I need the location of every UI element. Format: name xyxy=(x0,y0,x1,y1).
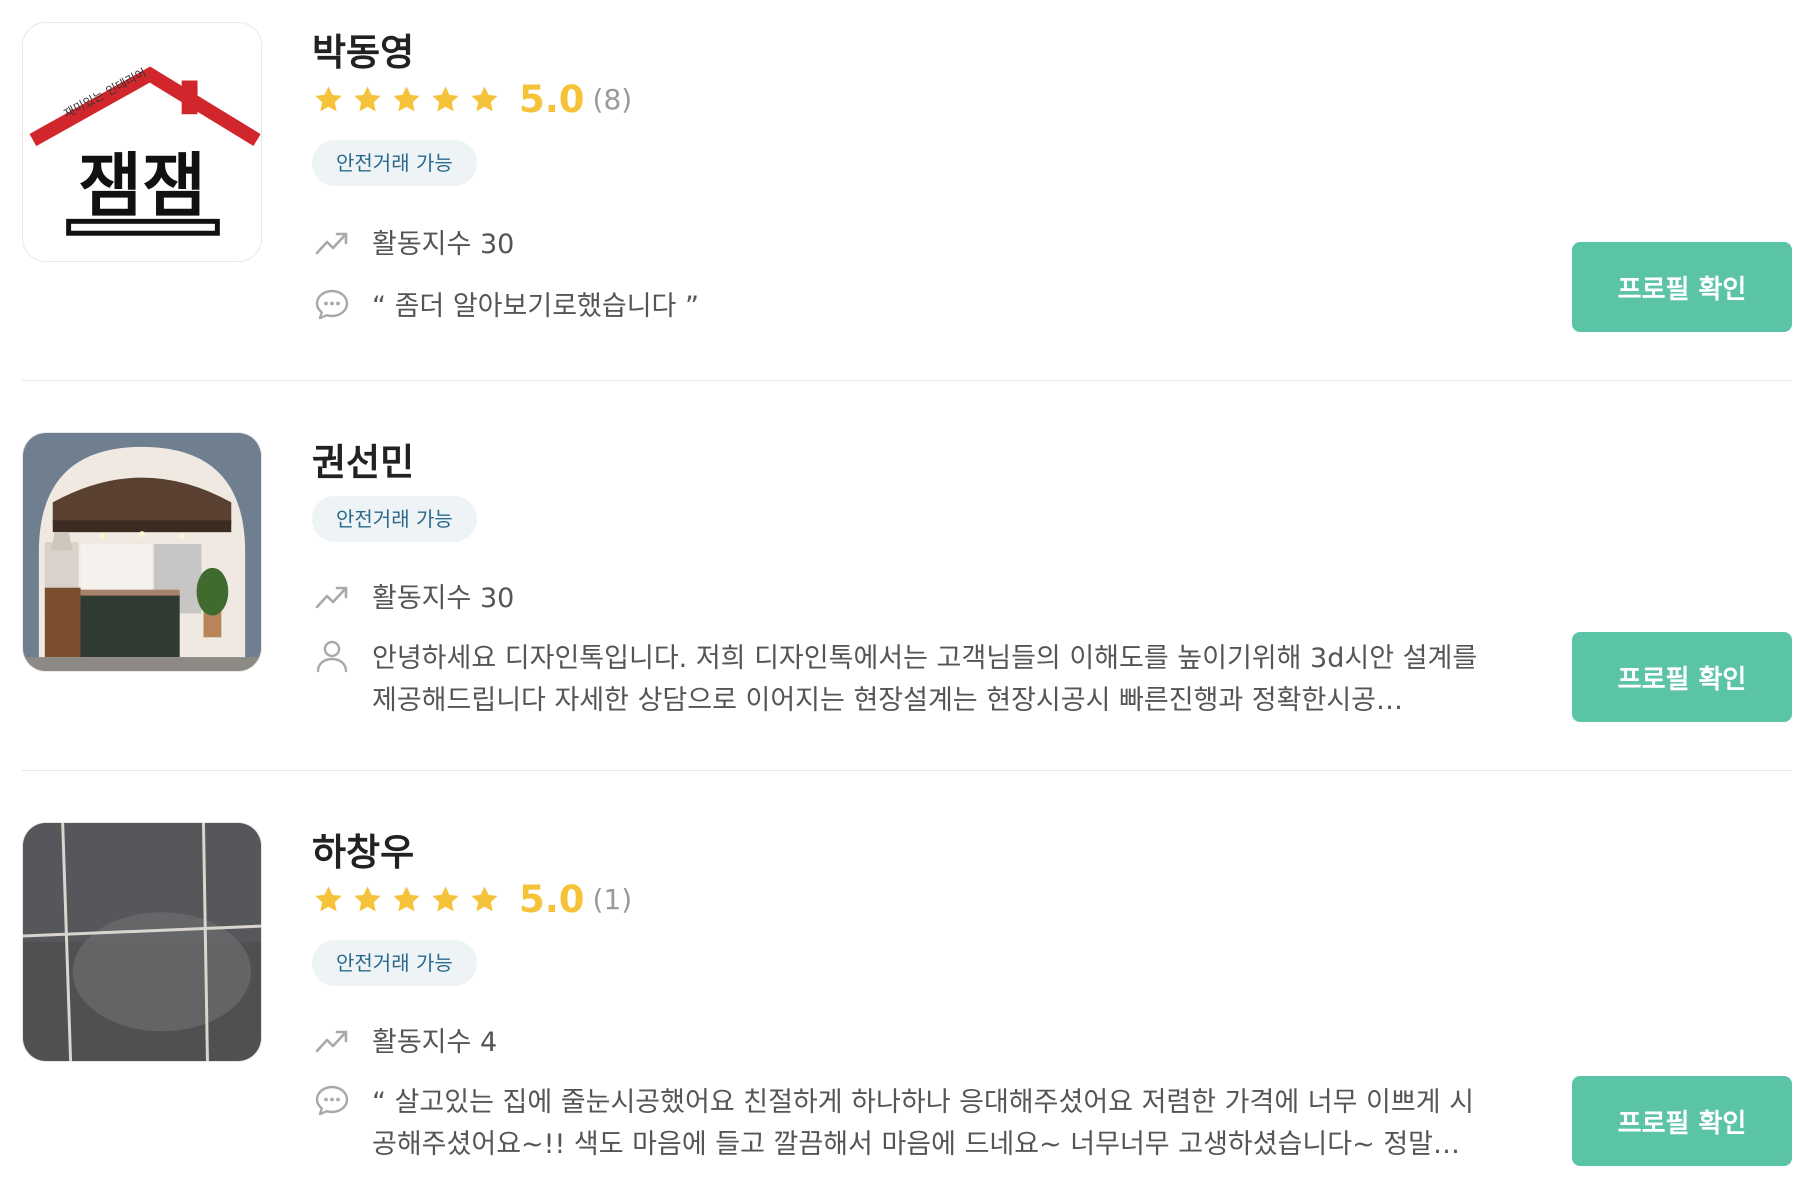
expert-name: 하창우 xyxy=(312,831,415,874)
expert-card[interactable]: 하창우 5.0 (1) 안전거래 가능 활동지수 4 “ 살고있는 집에 줄눈시… xyxy=(22,822,1792,1188)
intro-row: 안녕하세요 디자인톡입니다. 저희 디자인톡에서는 고객님들의 이해도를 높이기… xyxy=(312,638,1492,722)
expert-card[interactable]: 권선민 안전거래 가능 활동지수 30 안녕하세요 디자인톡입니다. 저희 디자… xyxy=(22,432,1792,772)
expert-list: 재미있는 인테리어 잼잼 박동영 5.0 (8) 안전거래 가능 활동지수 30… xyxy=(0,0,1814,1188)
activity-row: 활동지수 30 xyxy=(312,224,514,266)
activity-score: 활동지수 30 xyxy=(372,583,515,614)
chat-bubble-icon xyxy=(312,284,352,324)
divider xyxy=(22,380,1792,381)
profile-check-button[interactable]: 프로필 확인 xyxy=(1572,632,1792,722)
comment-row: “ 좀더 알아보기로했습니다 ” xyxy=(312,286,699,328)
star-icon xyxy=(393,885,420,911)
gray-tile-photo xyxy=(23,823,261,1061)
trend-up-icon xyxy=(312,576,352,616)
activity-score: 활동지수 30 xyxy=(372,229,515,260)
star-icon xyxy=(315,85,342,111)
rating: 5.0 (1) xyxy=(312,876,632,922)
profile-check-button[interactable]: 프로필 확인 xyxy=(1572,1076,1792,1166)
star-icon xyxy=(471,885,498,911)
chat-bubble-icon xyxy=(312,1080,352,1120)
profile-check-button[interactable]: 프로필 확인 xyxy=(1572,242,1792,332)
review-count: (1) xyxy=(592,882,633,916)
activity-score: 활동지수 4 xyxy=(372,1027,498,1058)
logo-text: 잼잼 xyxy=(78,146,206,226)
star-icon xyxy=(354,885,381,911)
expert-name: 권선민 xyxy=(312,441,415,484)
expert-avatar[interactable]: 재미있는 인테리어 잼잼 xyxy=(22,22,262,262)
expert-name: 박동영 xyxy=(312,31,415,74)
kitchen-interior-photo xyxy=(23,433,261,671)
review-comment: “ 살고있는 집에 줄눈시공했어요 친절하게 하나하나 응대해주셨어요 저렴한 … xyxy=(372,1087,1474,1160)
person-icon xyxy=(312,636,352,676)
safe-trade-badge: 안전거래 가능 xyxy=(312,496,477,542)
star-icon xyxy=(315,885,342,911)
expert-introduction: 안녕하세요 디자인톡입니다. 저희 디자인톡에서는 고객님들의 이해도를 높이기… xyxy=(372,643,1478,716)
star-icon xyxy=(432,85,459,111)
expert-avatar[interactable] xyxy=(22,432,262,672)
safe-trade-badge: 안전거래 가능 xyxy=(312,140,477,186)
rating-score: 5.0 xyxy=(519,877,585,921)
star-icon xyxy=(432,885,459,911)
safe-trade-badge: 안전거래 가능 xyxy=(312,940,477,986)
review-comment: “ 좀더 알아보기로했습니다 ” xyxy=(372,291,699,322)
jaemjaem-house-logo: 재미있는 인테리어 잼잼 xyxy=(23,23,261,261)
activity-row: 활동지수 4 xyxy=(312,1022,497,1064)
divider xyxy=(22,770,1792,771)
review-count: (8) xyxy=(592,82,633,116)
expert-card[interactable]: 재미있는 인테리어 잼잼 박동영 5.0 (8) 안전거래 가능 활동지수 30… xyxy=(22,22,1792,382)
star-icon xyxy=(393,85,420,111)
trend-up-icon xyxy=(312,222,352,262)
rating-score: 5.0 xyxy=(519,77,585,121)
trend-up-icon xyxy=(312,1020,352,1060)
star-rating xyxy=(312,883,501,916)
expert-avatar[interactable] xyxy=(22,822,262,1062)
activity-row: 활동지수 30 xyxy=(312,578,514,620)
star-rating xyxy=(312,83,501,116)
star-icon xyxy=(471,85,498,111)
comment-row: “ 살고있는 집에 줄눈시공했어요 친절하게 하나하나 응대해주셨어요 저렴한 … xyxy=(312,1082,1492,1166)
rating: 5.0 (8) xyxy=(312,76,632,122)
star-icon xyxy=(354,85,381,111)
